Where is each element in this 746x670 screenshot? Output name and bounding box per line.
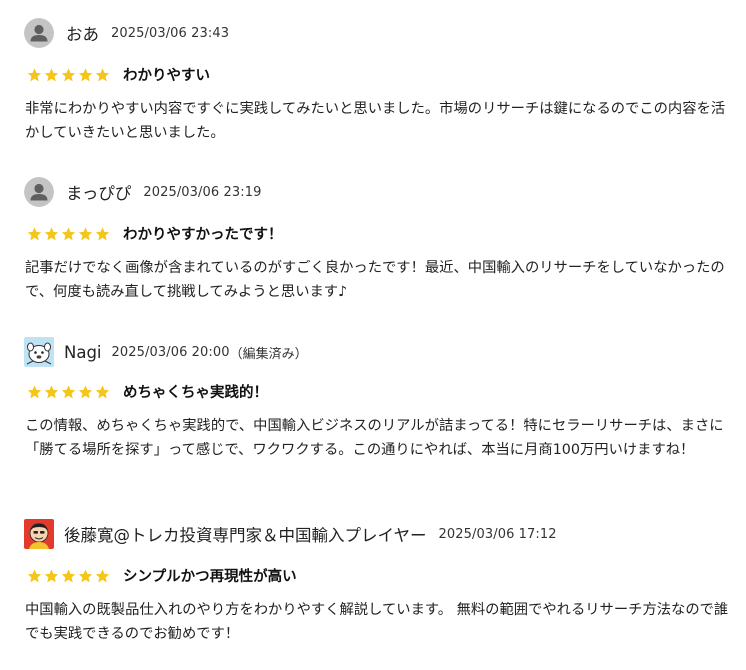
star-rating <box>26 568 111 584</box>
reviewer-name[interactable]: まっぴぴ <box>66 180 131 204</box>
review-header: 後藤寛@トレカ投資専門家＆中国輸入プレイヤー 2025/03/06 17:12 <box>24 518 557 550</box>
star-icon <box>78 67 93 81</box>
star-icon <box>95 226 110 240</box>
rating-row: わかりやすかったです！ <box>26 223 283 244</box>
star-icon <box>27 226 42 240</box>
star-icon <box>95 568 110 582</box>
reviewer-name[interactable]: 後藤寛@トレカ投資専門家＆中国輸入プレイヤー <box>64 522 427 546</box>
cartoon-person-avatar-icon[interactable] <box>24 519 54 549</box>
star-icon <box>44 226 59 240</box>
reviewer-name[interactable]: おあ <box>66 21 99 45</box>
review-body: 記事だけでなく画像が含まれているのがすごく良かったです！最近、中国輸入のリサーチ… <box>25 260 725 300</box>
review-header: Nagi 2025/03/06 20:00 （編集済み） <box>24 336 308 368</box>
star-icon <box>78 226 93 240</box>
edited-note: （編集済み） <box>229 346 308 362</box>
review-date: 2025/03/06 20:00 <box>111 344 230 360</box>
star-icon <box>44 568 59 582</box>
review-title: めちゃくちゃ実践的！ <box>123 385 268 401</box>
reviewer-name[interactable]: Nagi <box>64 343 102 362</box>
star-icon <box>44 384 59 398</box>
default-user-icon[interactable] <box>24 18 54 48</box>
star-rating <box>26 226 111 242</box>
star-icon <box>78 384 93 398</box>
review-body: 中国輸入の既製品仕入れのやり方をわかりやすく解説しています。 無料の範囲でやれる… <box>25 602 729 642</box>
star-rating <box>26 384 111 400</box>
review-date: 2025/03/06 23:43 <box>111 25 230 41</box>
rating-row: シンプルかつ再現性が高い <box>26 565 297 586</box>
review-title: わかりやすかったです！ <box>123 227 283 243</box>
review-date: 2025/03/06 23:19 <box>143 184 262 200</box>
review-title: わかりやすい <box>123 68 210 84</box>
star-icon <box>61 226 76 240</box>
rating-row: わかりやすい <box>26 64 210 85</box>
star-icon <box>27 384 42 398</box>
review-body: この情報、めちゃくちゃ実践的で、中国輸入ビジネスのリアルが詰まってる！特にセラー… <box>25 418 724 458</box>
star-icon <box>27 568 42 582</box>
review-header: まっぴぴ 2025/03/06 23:19 <box>24 176 261 208</box>
review-title: シンプルかつ再現性が高い <box>123 569 297 585</box>
star-icon <box>78 568 93 582</box>
star-icon <box>44 67 59 81</box>
star-icon <box>95 384 110 398</box>
review-header: おあ 2025/03/06 23:43 <box>24 17 229 49</box>
review-date: 2025/03/06 17:12 <box>438 526 557 542</box>
rating-row: めちゃくちゃ実践的！ <box>26 381 268 402</box>
default-user-icon[interactable] <box>24 177 54 207</box>
cartoon-animal-avatar-icon[interactable] <box>24 337 54 367</box>
star-icon <box>61 384 76 398</box>
star-icon <box>27 67 42 81</box>
star-rating <box>26 67 111 83</box>
review-list: おあ 2025/03/06 23:43 わかりやすい 非常にわかりやすい内容です… <box>0 0 746 670</box>
star-icon <box>95 67 110 81</box>
star-icon <box>61 568 76 582</box>
review-body: 非常にわかりやすい内容ですぐに実践してみたいと思いました。市場のリサーチは鍵にな… <box>25 101 726 141</box>
star-icon <box>61 67 76 81</box>
